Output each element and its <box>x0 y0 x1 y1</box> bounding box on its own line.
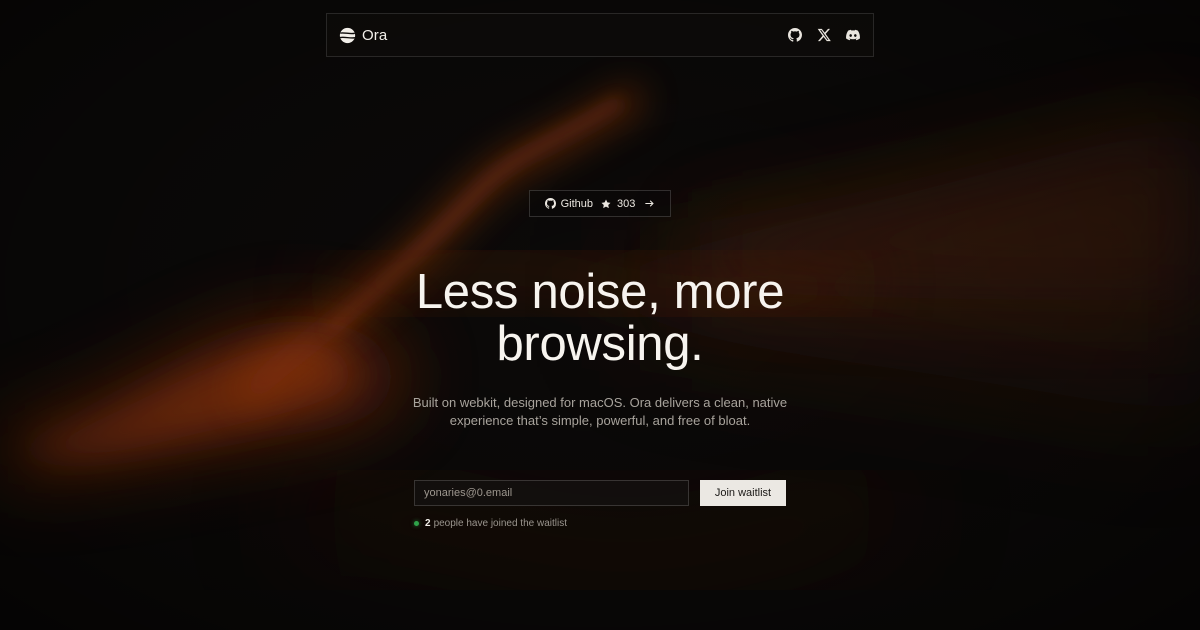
join-waitlist-button[interactable]: Join waitlist <box>700 480 786 506</box>
github-icon[interactable] <box>787 28 802 43</box>
github-badge-label: Github <box>560 197 594 210</box>
hero-subtitle: Built on webkit, designed for macOS. Ora… <box>350 394 850 430</box>
waitlist-count-suffix: people have joined the waitlist <box>433 518 567 529</box>
status-dot-icon <box>414 521 419 526</box>
hero-subtitle-line-1: Built on webkit, designed for macOS. Ora… <box>412 395 788 410</box>
hero-title: Less noise, more browsing. <box>300 266 900 370</box>
social-links <box>787 28 861 43</box>
hero-subtitle-line-2: experience that’s simple, powerful, and … <box>449 413 751 428</box>
github-icon <box>544 198 556 209</box>
landing-page: Ora Github 303 Less noise, more browsing… <box>0 0 1200 630</box>
discord-icon[interactable] <box>845 28 860 43</box>
github-stars-badge[interactable]: Github 303 <box>529 190 671 217</box>
x-icon[interactable] <box>816 28 831 43</box>
hero-title-line-1: Less noise, more <box>415 265 785 319</box>
email-input[interactable] <box>414 480 689 506</box>
star-icon <box>601 199 611 208</box>
arrow-right-icon <box>645 200 655 207</box>
github-star-count: 303 <box>617 197 636 210</box>
ora-logo-icon <box>339 27 356 43</box>
brand-link[interactable]: Ora <box>339 27 387 44</box>
top-navbar: Ora <box>326 13 874 57</box>
waitlist-status: 2 people have joined the waitlist <box>414 518 567 529</box>
brand-name: Ora <box>362 26 388 44</box>
waitlist-status-text: 2 people have joined the waitlist <box>425 518 567 529</box>
hero-title-line-2: browsing. <box>496 317 704 371</box>
waitlist-count: 2 <box>425 518 431 529</box>
